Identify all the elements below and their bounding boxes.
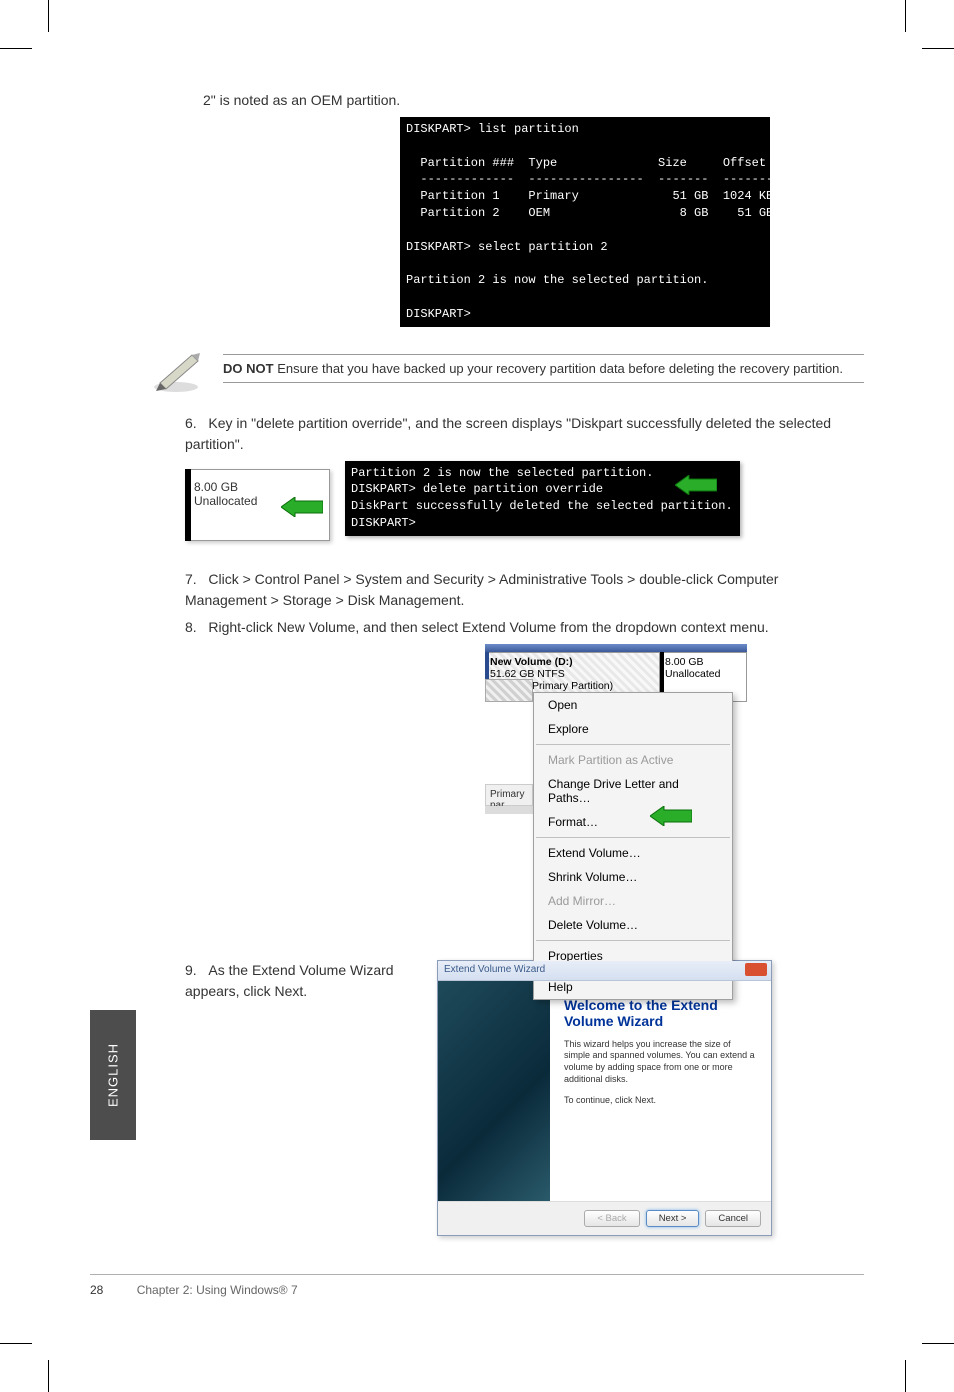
arrow-icon [650, 806, 692, 826]
chapter-title: Chapter 2: Using Windows® 7 [137, 1283, 298, 1297]
wizard-title-text: Extend Volume Wizard [444, 964, 545, 975]
arrow-icon [675, 475, 717, 495]
language-tab: ENGLISH [90, 1010, 136, 1140]
context-menu: Open Explore Mark Partition as Active Ch… [533, 692, 733, 1000]
diskpart-screenshot-2: Partition 2 is now the selected partitio… [345, 461, 740, 536]
wizard-sidebar-graphic [438, 981, 550, 1201]
note-callout: DO NOT Ensure that you have backed up yo… [150, 345, 864, 393]
step-7-text: 7. Click > Control Panel > System and Se… [185, 569, 864, 611]
primary-partition-label: Primary par [485, 784, 533, 806]
wizard-text-2: To continue, click Next. [564, 1095, 757, 1107]
note-bold: DO NOT [223, 361, 274, 376]
next-button[interactable]: Next > [646, 1210, 700, 1227]
back-button: < Back [584, 1210, 639, 1227]
unallocated-partition-box: 8.00 GB Unallocated [185, 469, 330, 541]
step-9-text: 9. As the Extend Volume Wizard appears, … [185, 960, 425, 1236]
menu-shrink-volume[interactable]: Shrink Volume… [534, 865, 732, 889]
cancel-button[interactable]: Cancel [705, 1210, 761, 1227]
extend-volume-wizard-dialog: Extend Volume Wizard Welcome to the Exte… [437, 960, 772, 1236]
page-number: 28 [90, 1283, 103, 1297]
page-footer: 28 Chapter 2: Using Windows® 7 [90, 1274, 864, 1297]
intro-text: 2" is noted as an OEM partition. [203, 90, 864, 111]
menu-open[interactable]: Open [534, 693, 732, 717]
menu-change-drive[interactable]: Change Drive Letter and Paths… [534, 772, 732, 810]
menu-explore[interactable]: Explore [534, 717, 732, 741]
volume-name: New Volume (D:) [490, 656, 573, 668]
menu-add-mirror: Add Mirror… [534, 889, 732, 913]
step-6-text: 6. Key in "delete partition override", a… [185, 413, 864, 455]
unalloc2-size: 8.00 GB [665, 656, 704, 668]
menu-format[interactable]: Format… [534, 810, 732, 834]
menu-extend-volume[interactable]: Extend Volume… [534, 841, 732, 865]
menu-delete-volume[interactable]: Delete Volume… [534, 913, 732, 937]
unalloc2-label: Unallocated [665, 668, 720, 680]
wizard-text-1: This wizard helps you increase the size … [564, 1039, 757, 1086]
wizard-titlebar: Extend Volume Wizard [438, 961, 771, 981]
diskpart-screenshot-1: DISKPART> list partition Partition ### T… [400, 117, 770, 327]
unalloc-size: 8.00 GB [194, 480, 321, 494]
note-text: Ensure that you have backed up your reco… [277, 361, 843, 376]
menu-mark-active: Mark Partition as Active [534, 748, 732, 772]
pencil-icon [150, 345, 205, 393]
disk-management-screenshot: New Volume (D:) 51.62 GB NTFS Healthy (P… [485, 644, 775, 944]
step-8-text: 8. Right-click New Volume, and then sele… [185, 617, 864, 638]
close-icon[interactable] [745, 963, 767, 976]
wizard-heading: Welcome to the Extend Volume Wizard [564, 997, 757, 1029]
arrow-icon [281, 497, 323, 517]
